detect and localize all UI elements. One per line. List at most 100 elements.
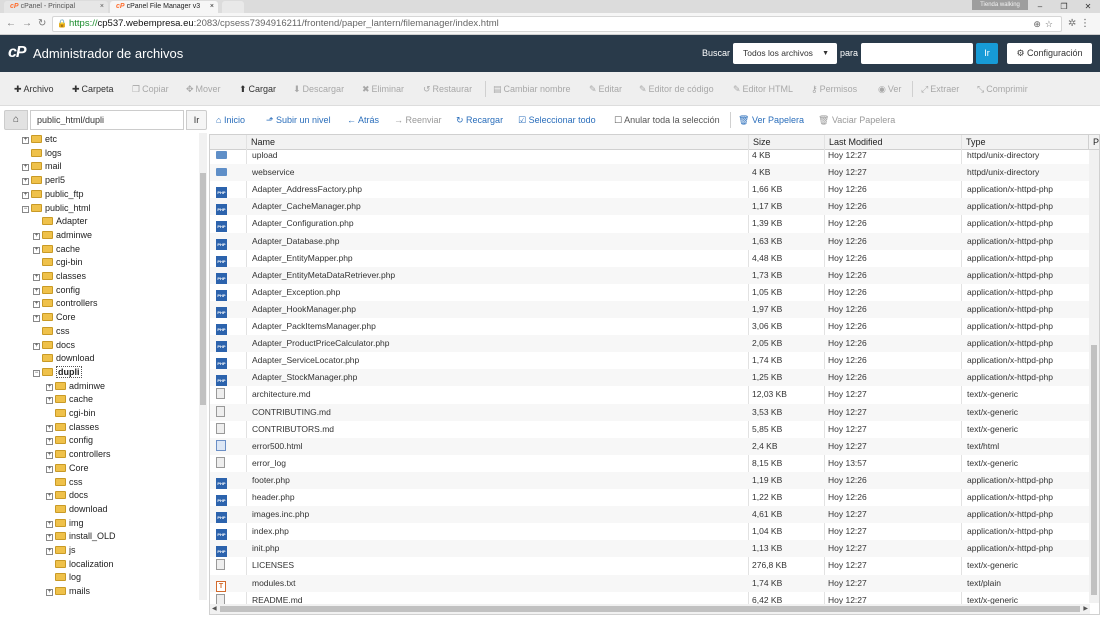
table-row[interactable]: PHP Adapter_EntityMapper.php 4,48 KB Hoy 12… xyxy=(210,250,1090,267)
tree-folder-item[interactable]: + docs xyxy=(33,339,75,352)
tree-folder-item[interactable]: +log xyxy=(46,571,81,584)
expand-toggle-icon[interactable]: + xyxy=(22,137,29,144)
file-list-horizontal-scrollbar[interactable]: ◀ ▶ xyxy=(210,604,1090,614)
table-row[interactable]: PHP Adapter_ServiceLocator.php 1,74 KB Hoy … xyxy=(210,352,1090,370)
expand-toggle-icon[interactable]: + xyxy=(46,383,53,391)
tree-folder-item[interactable]: +logs xyxy=(22,147,62,160)
expand-toggle-icon[interactable]: + xyxy=(22,178,29,186)
browser-tab-file-manager[interactable]: cP cPanel File Manager v3 × xyxy=(110,1,218,13)
settings-button[interactable]: ⚙ Configuración xyxy=(1007,43,1092,64)
expand-toggle-icon[interactable]: + xyxy=(22,191,29,199)
table-row[interactable]: CONTRIBUTORS.md 5,85 KB Hoy 12:27 text/x-ge… xyxy=(210,421,1090,438)
table-row[interactable]: PHP Adapter_EntityMetaDataRetriever.php 1,… xyxy=(210,266,1090,284)
new-file-button[interactable]: ✚ Archivo xyxy=(14,84,54,95)
tree-folder-item[interactable]: + adminwe xyxy=(33,229,92,242)
tree-folder-item[interactable]: +cgi-bin xyxy=(33,256,83,269)
table-row[interactable]: PHP header.php 1,22 KB Hoy 12:26 application… xyxy=(210,489,1090,506)
download-button[interactable]: ⬇ Descargar xyxy=(293,84,344,95)
tree-folder-item[interactable]: + Core xyxy=(33,311,76,324)
tree-folder-item[interactable]: + classes xyxy=(33,270,86,283)
edit-button[interactable]: ✎ Editar xyxy=(589,84,622,95)
html-editor-button[interactable]: ✎ Editor HTML xyxy=(733,84,793,95)
tree-folder-item[interactable]: +localization xyxy=(46,558,114,571)
collapse-toggle-icon[interactable]: − xyxy=(33,369,40,377)
view-trash-button[interactable]: 🗑 Ver Papelera xyxy=(738,115,804,126)
tree-folder-item[interactable]: + img xyxy=(46,517,84,530)
extract-button[interactable]: ⤢ Extraer xyxy=(921,84,959,95)
maximize-icon[interactable]: ❐ xyxy=(1052,0,1076,13)
zoom-icon[interactable]: ⊕ xyxy=(1033,19,1045,29)
extension-icon[interactable]: ✲ xyxy=(1068,18,1076,29)
tree-folder-item[interactable]: + install_OLD xyxy=(46,530,116,543)
tree-folder-item[interactable]: +cgi-bin xyxy=(46,407,96,420)
table-row[interactable]: PHP Adapter_Exception.php 1,05 KB Hoy 12:26… xyxy=(210,284,1090,301)
restore-button[interactable]: ↺ Restaurar xyxy=(423,84,472,95)
expand-toggle-icon[interactable]: + xyxy=(22,164,29,172)
expand-toggle-icon[interactable]: + xyxy=(46,465,53,473)
reload-icon[interactable]: ↻ xyxy=(38,18,46,29)
tree-folder-item[interactable]: − dupli xyxy=(33,365,82,379)
code-editor-button[interactable]: ✎ Editor de código xyxy=(639,84,714,95)
new-tab-button[interactable] xyxy=(222,1,244,13)
cpanel-logo[interactable]: cP xyxy=(8,44,27,62)
table-row[interactable]: PHP Adapter_HookManager.php 1,97 KB Hoy 12:… xyxy=(210,300,1090,318)
tree-scrollbar-thumb[interactable] xyxy=(200,173,206,405)
expand-toggle-icon[interactable]: + xyxy=(46,589,53,597)
expand-toggle-icon[interactable]: + xyxy=(33,287,40,295)
tree-folder-item[interactable]: + js xyxy=(46,544,76,557)
close-window-icon[interactable]: ✕ xyxy=(1076,0,1100,13)
deselect-all-button[interactable]: ☐ Anular toda la selección xyxy=(614,115,720,126)
table-row[interactable]: PHP Adapter_Database.php 1,63 KB Hoy 12:26 a… xyxy=(210,232,1090,250)
minimize-icon[interactable]: – xyxy=(1028,0,1052,13)
search-input[interactable] xyxy=(861,43,973,64)
expand-toggle-icon[interactable]: + xyxy=(46,397,53,405)
back-arrow-icon[interactable]: ← xyxy=(6,18,16,29)
tree-folder-item[interactable]: + config xyxy=(46,434,93,447)
table-row[interactable]: upload 4 KB Hoy 12:27 httpd/unix-directory xyxy=(210,147,1090,164)
file-list-scrollbar-thumb[interactable] xyxy=(1091,345,1097,595)
tree-folder-item[interactable]: + docs xyxy=(46,489,88,502)
up-one-level-button[interactable]: ⬏ Subir un nivel xyxy=(266,115,331,126)
close-tab-icon[interactable]: × xyxy=(100,1,104,13)
compress-button[interactable]: ⤡ Comprimir xyxy=(977,84,1028,95)
table-row[interactable]: Tmodules.txt 1,74 KB Hoy 12:27 text/plain xyxy=(210,574,1090,592)
expand-toggle-icon[interactable]: + xyxy=(33,274,40,281)
tree-folder-item[interactable]: + cache xyxy=(33,243,80,256)
tree-folder-item[interactable]: + Core xyxy=(46,462,89,475)
tree-folder-item[interactable]: + controllers xyxy=(46,448,111,461)
file-list-scrollbar[interactable] xyxy=(1089,150,1099,603)
forward-button[interactable]: → Reenviar xyxy=(394,115,442,125)
expand-toggle-icon[interactable]: + xyxy=(46,424,53,432)
table-row[interactable]: PHP index.php 1,04 KB Hoy 12:27 application/… xyxy=(210,523,1090,541)
rename-button[interactable]: ▤ Cambiar nombre xyxy=(493,84,571,95)
path-go-button[interactable]: Ir xyxy=(186,110,207,130)
table-row[interactable]: PHP images.inc.php 4,61 KB Hoy 12:27 applica… xyxy=(210,506,1090,524)
tree-folder-item[interactable]: + public_ftp xyxy=(22,188,84,201)
reload-button[interactable]: ↻ Recargar xyxy=(456,115,503,126)
browser-tab-cpanel-principal[interactable]: cP cPanel - Principal × xyxy=(4,1,108,13)
expand-toggle-icon[interactable]: + xyxy=(46,520,53,528)
table-row[interactable]: LICENSES 276,8 KB Hoy 12:27 text/x-generic xyxy=(210,557,1090,574)
table-row[interactable]: architecture.md 12,03 KB Hoy 12:27 text/x-g… xyxy=(210,386,1090,403)
tree-folder-item[interactable]: +download xyxy=(33,352,95,365)
search-go-button[interactable]: Ir xyxy=(976,43,998,64)
tree-folder-item[interactable]: + cache xyxy=(46,393,93,406)
home-button[interactable]: ⌂ xyxy=(4,110,28,130)
tree-folder-item[interactable]: + controllers xyxy=(33,297,98,310)
table-row[interactable]: CONTRIBUTING.md 3,53 KB Hoy 12:27 text/x-ge… xyxy=(210,403,1090,421)
tree-folder-item[interactable]: + mail xyxy=(22,160,62,173)
delete-button[interactable]: ✖ Eliminar xyxy=(362,84,404,95)
search-scope-select[interactable]: Todos los archivos ▼ xyxy=(733,43,837,64)
expand-toggle-icon[interactable]: + xyxy=(33,232,40,240)
table-row[interactable]: PHP init.php 1,13 KB Hoy 12:27 application/x… xyxy=(210,540,1090,558)
empty-trash-button[interactable]: 🗑 Vaciar Papelera xyxy=(818,115,895,126)
expand-toggle-icon[interactable]: + xyxy=(46,493,53,501)
new-folder-button[interactable]: ✚ Carpeta xyxy=(72,84,114,95)
tree-folder-item[interactable]: + classes xyxy=(46,421,99,434)
expand-toggle-icon[interactable]: + xyxy=(33,315,40,323)
copy-button[interactable]: ❐ Copiar xyxy=(132,84,169,95)
move-button[interactable]: ✥ Mover xyxy=(186,84,221,95)
expand-toggle-icon[interactable]: + xyxy=(33,246,40,254)
tree-folder-item[interactable]: + etc xyxy=(22,133,57,146)
tree-folder-item[interactable]: +Adapter xyxy=(33,215,88,228)
